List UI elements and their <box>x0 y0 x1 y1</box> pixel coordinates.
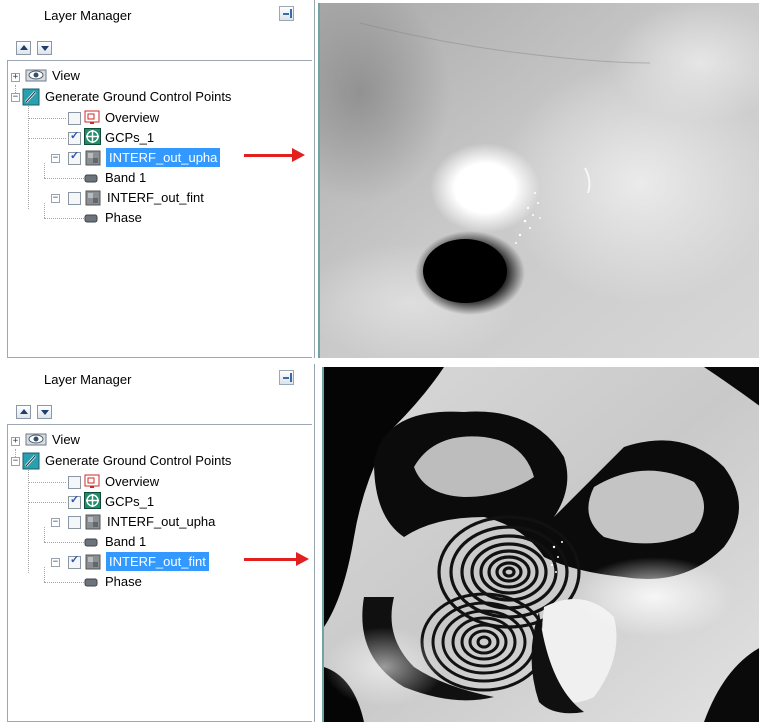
move-layer-up-button[interactable] <box>16 405 31 419</box>
tree-label-interf-fint[interactable]: INTERF_out_fint <box>104 188 207 207</box>
arrow-up-icon <box>20 45 28 50</box>
tree-connector <box>44 218 84 219</box>
tree-label-gcps[interactable]: GCPs_1 <box>102 492 157 511</box>
tree-label-phase[interactable]: Phase <box>102 208 145 227</box>
tree-connector <box>44 203 45 218</box>
tree-connector <box>44 178 84 179</box>
visibility-checkbox[interactable] <box>68 553 81 569</box>
tree-label-interf-upha[interactable]: INTERF_out_upha <box>106 148 221 167</box>
overview-icon <box>84 110 100 124</box>
workflow-icon <box>22 452 40 470</box>
expand-toggle[interactable]: + <box>11 437 20 446</box>
band-icon <box>84 538 98 547</box>
arrow-down-icon <box>41 410 49 415</box>
gcp-icon <box>84 492 101 509</box>
tree-label-phase[interactable]: Phase <box>102 572 145 591</box>
red-arrow-annotation <box>244 552 309 566</box>
collapse-toggle[interactable]: − <box>51 518 60 527</box>
tree-label-band1[interactable]: Band 1 <box>102 532 149 551</box>
band-icon <box>84 214 98 223</box>
tree-connector <box>44 527 45 542</box>
collapse-toggle[interactable]: − <box>51 154 60 163</box>
raster-icon <box>85 514 101 530</box>
tree-label-generate-gcp[interactable]: Generate Ground Control Points <box>42 87 234 106</box>
overview-icon <box>84 474 100 488</box>
band-icon <box>84 578 98 587</box>
move-layer-up-button[interactable] <box>16 41 31 55</box>
tree-label-overview[interactable]: Overview <box>102 108 162 127</box>
arrow-up-icon <box>20 409 28 414</box>
layer-manager-title: Layer Manager <box>44 372 132 387</box>
gcp-icon <box>84 128 101 145</box>
red-arrow-annotation <box>244 148 305 162</box>
raster-icon <box>85 190 101 206</box>
wrapped-interferogram-image <box>324 367 759 722</box>
tree-label-interf-fint[interactable]: INTERF_out_fint <box>106 552 209 571</box>
undock-icon[interactable] <box>279 370 294 385</box>
layer-manager: Layer Manager + View − Generate Ground C… <box>0 0 315 358</box>
visibility-checkbox[interactable] <box>68 192 81 205</box>
move-layer-down-button[interactable] <box>37 41 52 55</box>
layer-manager: Layer Manager + View − Generate Ground C… <box>0 364 315 722</box>
tree-label-generate-gcp[interactable]: Generate Ground Control Points <box>42 451 234 470</box>
visibility-checkbox[interactable] <box>68 129 81 145</box>
eye-icon <box>25 69 47 82</box>
tree-connector <box>28 482 66 483</box>
undock-icon[interactable] <box>279 6 294 21</box>
visibility-checkbox[interactable] <box>68 112 81 125</box>
visibility-checkbox[interactable] <box>68 149 81 165</box>
arrow-down-icon <box>41 46 49 51</box>
move-layer-down-button[interactable] <box>37 405 52 419</box>
eye-icon <box>25 433 47 446</box>
tree-connector <box>44 163 45 178</box>
tree-connector <box>44 542 84 543</box>
panel-fint: Layer Manager + View − Generate Ground C… <box>0 364 759 722</box>
tree-label-band1[interactable]: Band 1 <box>102 168 149 187</box>
tree-connector <box>28 138 66 139</box>
unwrapped-phase-image <box>320 3 759 358</box>
panel-upha: Layer Manager + View − Generate Ground C… <box>0 0 759 358</box>
collapse-toggle[interactable]: − <box>11 93 20 102</box>
collapse-toggle[interactable]: − <box>11 457 20 466</box>
image-view-unwrapped-phase[interactable] <box>318 3 759 358</box>
collapse-toggle[interactable]: − <box>51 558 60 567</box>
tree-connector <box>44 567 45 582</box>
visibility-checkbox[interactable] <box>68 493 81 509</box>
workflow-icon <box>22 88 40 106</box>
tree-label-interf-upha[interactable]: INTERF_out_upha <box>104 512 218 531</box>
band-icon <box>84 174 98 183</box>
collapse-toggle[interactable]: − <box>51 194 60 203</box>
raster-icon <box>85 150 101 166</box>
layer-tree: + View − Generate Ground Control Points <box>7 60 312 358</box>
raster-icon <box>85 554 101 570</box>
tree-connector <box>44 582 84 583</box>
visibility-checkbox[interactable] <box>68 476 81 489</box>
visibility-checkbox[interactable] <box>68 516 81 529</box>
tree-connector <box>28 502 66 503</box>
image-view-wrapped-interferogram[interactable] <box>322 367 759 722</box>
layer-tree: + View − Generate Ground Control Points <box>7 424 312 722</box>
expand-toggle[interactable]: + <box>11 73 20 82</box>
layer-manager-title: Layer Manager <box>44 8 132 23</box>
tree-label-view[interactable]: View <box>49 66 83 85</box>
tree-label-overview[interactable]: Overview <box>102 472 162 491</box>
tree-connector <box>28 118 66 119</box>
tree-label-view[interactable]: View <box>49 430 83 449</box>
tree-label-gcps[interactable]: GCPs_1 <box>102 128 157 147</box>
